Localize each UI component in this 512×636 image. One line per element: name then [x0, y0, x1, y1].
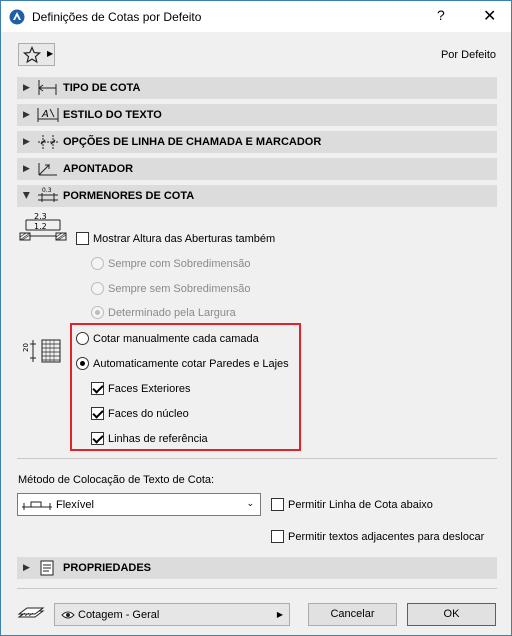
expand-arrow-icon: ▶	[23, 109, 30, 119]
text-placement-dropdown[interactable]: Flexível ⌄	[17, 493, 261, 516]
allow-adjacent-text-checkbox[interactable]: Permitir textos adjacentes para deslocar	[271, 530, 484, 543]
section-title: ESTILO DO TEXTO	[63, 109, 162, 121]
text-style-icon: A	[37, 108, 59, 122]
checkbox-label: Linhas de referência	[108, 432, 208, 445]
expand-arrow-icon: ▶	[23, 136, 30, 146]
expand-arrow-icon: ▶	[23, 562, 30, 572]
expand-arrow-icon: ▶	[23, 163, 30, 173]
cancel-button[interactable]: Cancelar	[308, 603, 397, 626]
reference-lines-checkbox[interactable]: Linhas de referência	[91, 432, 208, 445]
manual-layer-dimension-radio[interactable]: Cotar manualmente cada camada	[76, 332, 259, 345]
core-faces-checkbox[interactable]: Faces do núcleo	[91, 407, 189, 420]
divider	[17, 458, 497, 459]
dialog-window: Definições de Cotas por Defeito ? ✕ ▶ Po…	[0, 0, 512, 636]
svg-text:A: A	[41, 109, 49, 120]
radio-label: Determinado pela Largura	[108, 306, 236, 319]
collapse-arrow-icon: ▶	[21, 192, 32, 199]
exterior-faces-checkbox[interactable]: Faces Exteriores	[91, 382, 191, 395]
help-button[interactable]: ?	[437, 7, 445, 23]
checkbox-label: Permitir Linha de Cota abaixo	[288, 498, 433, 511]
section-title: APONTADOR	[63, 163, 134, 175]
auto-dimension-walls-slabs-radio[interactable]: Automaticamente cotar Paredes e Lajes	[76, 357, 289, 370]
always-with-oversize-radio: Sempre com Sobredimensão	[91, 257, 250, 270]
section-apontador[interactable]: ▶ APONTADOR	[17, 158, 497, 180]
favorites-button[interactable]: ▶	[18, 43, 55, 66]
caret-right-icon: ▶	[276, 610, 283, 619]
layer-dropdown[interactable]: Cotagem - Geral ▶	[54, 603, 290, 626]
checkbox-label: Mostrar Altura das Aberturas também	[93, 232, 276, 245]
ok-button[interactable]: OK	[407, 603, 496, 626]
radio-circle[interactable]	[76, 357, 89, 370]
svg-text:0.3: 0.3	[42, 187, 52, 194]
section-propriedades[interactable]: ▶ PROPRIEDADES	[17, 557, 497, 579]
layer-icon	[17, 607, 45, 618]
radio-circle	[91, 257, 104, 270]
dimension-details-icon: 0.3	[38, 187, 58, 202]
radio-label: Cotar manualmente cada camada	[93, 332, 259, 345]
svg-text:20: 20	[22, 343, 30, 352]
radio-circle	[91, 306, 104, 319]
section-opcoes-linha[interactable]: ▶ OPÇÕES DE LINHA DE CHAMADA E MARCADOR	[17, 131, 497, 153]
determined-by-width-radio: Determinado pela Largura	[91, 306, 236, 319]
dimension-type-icon	[38, 80, 57, 95]
radio-label: Automaticamente cotar Paredes e Lajes	[93, 357, 289, 370]
dropdown-value: Cotagem - Geral	[78, 609, 160, 621]
properties-icon	[40, 560, 54, 576]
title-bar: Definições de Cotas por Defeito ? ✕	[1, 1, 511, 32]
checkbox-box[interactable]	[271, 498, 284, 511]
checkbox-box[interactable]	[91, 432, 104, 445]
dialog-content: ▶ Por Defeito ▶ TIPO DE COTA ▶ A ESTILO …	[1, 32, 511, 635]
favorites-label: Por Defeito	[440, 49, 496, 61]
chevron-down-icon: ⌄	[246, 498, 254, 508]
show-opening-height-checkbox[interactable]: Mostrar Altura das Aberturas também	[76, 232, 275, 245]
window-title: Definições de Cotas por Defeito	[32, 10, 202, 24]
flexible-placement-icon	[22, 501, 52, 510]
witness-line-icon	[38, 135, 58, 149]
dropdown-value: Flexível	[56, 499, 94, 511]
checkbox-box[interactable]	[91, 382, 104, 395]
pointer-icon	[38, 163, 57, 176]
caret-right-icon: ▶	[47, 49, 54, 58]
always-without-oversize-radio: Sempre sem Sobredimensão	[91, 282, 250, 295]
radio-label: Sempre com Sobredimensão	[108, 257, 251, 270]
layer-dimension-icon: 20	[22, 339, 61, 363]
star-icon	[23, 46, 41, 64]
checkbox-box[interactable]	[91, 407, 104, 420]
section-pormenores-de-cota[interactable]: ▶ 0.3 PORMENORES DE COTA	[17, 185, 497, 207]
checkbox-box[interactable]	[76, 232, 89, 245]
close-button[interactable]: ✕	[483, 6, 496, 26]
checkbox-label: Permitir textos adjacentes para deslocar	[288, 530, 485, 543]
text-placement-label: Método de Colocação de Texto de Cota:	[18, 474, 215, 486]
checkbox-label: Faces do núcleo	[108, 407, 189, 420]
checkbox-label: Faces Exteriores	[108, 382, 191, 395]
checkbox-box[interactable]	[271, 530, 284, 543]
divider	[17, 588, 497, 589]
expand-arrow-icon: ▶	[23, 82, 30, 92]
opening-height-icon: 2.3 1.2	[19, 212, 67, 241]
section-estilo-do-texto[interactable]: ▶ A ESTILO DO TEXTO	[17, 104, 497, 126]
eye-icon	[61, 611, 75, 619]
radio-label: Sempre sem Sobredimensão	[108, 282, 251, 295]
allow-dimension-line-below-checkbox[interactable]: Permitir Linha de Cota abaixo	[271, 498, 433, 511]
radio-circle	[91, 282, 104, 295]
section-tipo-de-cota[interactable]: ▶ TIPO DE COTA	[17, 77, 497, 99]
radio-circle[interactable]	[76, 332, 89, 345]
section-title: OPÇÕES DE LINHA DE CHAMADA E MARCADOR	[63, 136, 322, 148]
archicad-app-icon	[9, 9, 25, 25]
section-title: TIPO DE COTA	[63, 82, 141, 94]
section-title: PORMENORES DE COTA	[63, 190, 195, 202]
section-title: PROPRIEDADES	[63, 562, 152, 574]
